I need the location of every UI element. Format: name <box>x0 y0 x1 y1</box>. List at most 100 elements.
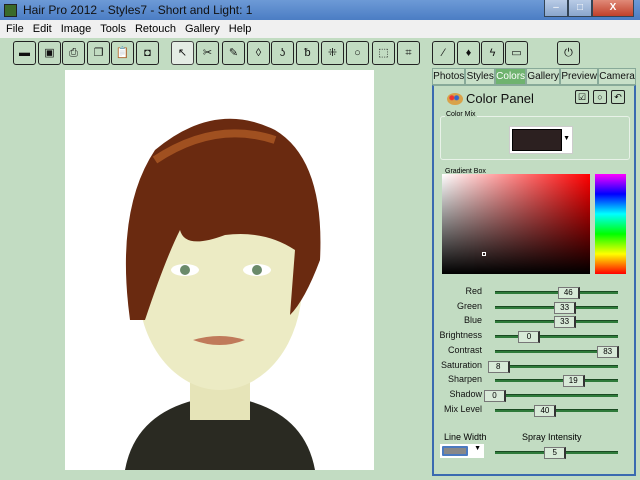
palette-icon <box>447 93 463 105</box>
slider-track[interactable]: 40 <box>495 404 618 417</box>
slider-track[interactable]: 0 <box>484 389 618 402</box>
slider-track[interactable]: 0 <box>495 331 618 344</box>
slider-brightness[interactable]: Brightness 0 <box>434 330 634 344</box>
slider-thumb[interactable]: 19 <box>562 375 585 388</box>
slider-track[interactable]: 33 <box>495 301 618 314</box>
slider-track[interactable]: 46 <box>495 287 618 299</box>
menu-help[interactable]: Help <box>229 23 252 35</box>
lasso-button[interactable]: ○ <box>346 41 369 65</box>
slider-thumb[interactable]: 0 <box>484 389 506 402</box>
slider-thumb[interactable]: 5 <box>544 447 567 459</box>
eyedropper-button[interactable]: ✎ <box>222 41 245 65</box>
slider-track[interactable]: 33 <box>495 316 618 329</box>
slider-saturation[interactable]: Saturation 8 <box>434 360 634 374</box>
slider-thumb[interactable]: 33 <box>554 316 577 329</box>
tab-styles[interactable]: Styles <box>465 68 495 85</box>
panel-title: Color Panel <box>466 91 534 106</box>
spray-icon: ⁜ <box>327 47 338 59</box>
tab-camera[interactable]: Camera <box>598 68 636 85</box>
brush-curl-button[interactable]: ᵬ <box>296 41 319 65</box>
slider-thumb[interactable]: 8 <box>487 360 510 373</box>
power-button[interactable]: ⏻ <box>557 41 580 65</box>
close-button[interactable]: X <box>592 0 634 17</box>
rect-select-button[interactable]: ⬚ <box>372 41 395 65</box>
minimize-button[interactable]: – <box>544 0 568 17</box>
undo-icon[interactable]: ↶ <box>611 90 625 104</box>
slider-shadow[interactable]: Shadow 0 <box>434 389 634 403</box>
color-mix-dropdown[interactable]: ▼ <box>509 126 573 154</box>
menu-edit[interactable]: Edit <box>33 23 52 35</box>
color-panel: Color Panel ☑ ○ ↶ Color Mix ▼ Gradient B… <box>432 85 636 476</box>
menu-tools[interactable]: Tools <box>100 23 126 35</box>
scissors-icon: ✂ <box>202 47 213 59</box>
slider-track[interactable]: 8 <box>487 360 618 373</box>
pointer-button[interactable]: ↖ <box>171 41 194 65</box>
eyedropper-icon: ✎ <box>228 47 239 59</box>
open-button[interactable]: ▬ <box>13 41 36 65</box>
tab-gallery[interactable]: Gallery <box>526 68 561 85</box>
slider-thumb[interactable]: 40 <box>534 404 557 417</box>
slider-blue[interactable]: Blue 33 <box>434 315 634 329</box>
brush-curl-icon: ᵬ <box>304 47 311 59</box>
copy-button[interactable]: ❐ <box>87 41 110 65</box>
save-button[interactable]: ▣ <box>38 41 61 65</box>
slider-green[interactable]: Green 33 <box>434 301 634 315</box>
lasso-icon: ○ <box>354 47 361 59</box>
canvas-area[interactable] <box>8 68 430 472</box>
lasso-icon[interactable]: ○ <box>593 90 607 104</box>
slider-thumb[interactable]: 46 <box>557 287 580 299</box>
photo[interactable] <box>65 70 374 470</box>
spray-intensity-slider[interactable]: 5 <box>434 446 634 460</box>
drop-icon: ◊ <box>255 47 262 59</box>
gradient-marker[interactable] <box>482 252 486 256</box>
gradient-box[interactable] <box>442 174 590 274</box>
slider-red[interactable]: Red 46 <box>434 286 634 300</box>
lightning-button[interactable]: ϟ <box>481 41 504 65</box>
tab-colors[interactable]: Colors <box>495 68 527 85</box>
tape-button[interactable]: ▭ <box>505 41 528 65</box>
hairdryer-button[interactable]: ʖ <box>271 41 294 65</box>
menu-gallery[interactable]: Gallery <box>185 23 220 35</box>
menu-file[interactable]: File <box>6 23 24 35</box>
slider-track[interactable]: 83 <box>495 345 620 358</box>
print-icon: ⎙ <box>69 47 78 59</box>
slider-thumb[interactable]: 33 <box>554 301 577 314</box>
tab-photos[interactable]: Photos <box>432 68 466 85</box>
slider-label: Saturation <box>440 359 482 370</box>
menu-image[interactable]: Image <box>61 23 92 35</box>
slider-label: Mix Level <box>443 403 482 414</box>
copy-icon: ❐ <box>93 47 104 59</box>
hue-bar[interactable] <box>595 174 626 274</box>
camera-button[interactable]: ◘ <box>136 41 159 65</box>
slider-label: Green <box>456 300 482 311</box>
tab-preview[interactable]: Preview <box>560 68 599 85</box>
print-button[interactable]: ⎙ <box>62 41 85 65</box>
app-icon <box>4 3 17 17</box>
color-mix-group: Color Mix ▼ <box>440 111 630 160</box>
open-icon: ▬ <box>19 47 30 59</box>
save-icon: ▣ <box>44 47 55 59</box>
scissors-button[interactable]: ✂ <box>196 41 219 65</box>
pointer-icon: ↖ <box>177 47 188 59</box>
mix-color-swatch <box>512 129 562 151</box>
rect-select-icon: ⬚ <box>378 47 389 59</box>
slider-track[interactable]: 19 <box>495 375 618 388</box>
slider-thumb[interactable]: 0 <box>518 331 541 344</box>
crop-button[interactable]: ⌗ <box>397 41 420 65</box>
slider-thumb[interactable]: 83 <box>597 345 620 358</box>
maximize-button[interactable]: □ <box>568 0 592 17</box>
slider-mix-level[interactable]: Mix Level 40 <box>434 404 634 418</box>
slider-label: Red <box>465 286 482 296</box>
magic-wand-button[interactable]: ⁄ <box>432 41 455 65</box>
paste-button[interactable]: 📋 <box>111 41 134 65</box>
slider-contrast[interactable]: Contrast 83 <box>434 345 634 359</box>
paint-brush-button[interactable]: ♦ <box>457 41 480 65</box>
spray-button[interactable]: ⁜ <box>321 41 344 65</box>
paste-icon: 📋 <box>115 47 130 59</box>
dropdown-arrow-icon: ▼ <box>563 135 570 142</box>
slider-label: Blue <box>463 315 482 326</box>
drop-button[interactable]: ◊ <box>247 41 270 65</box>
slider-sharpen[interactable]: Sharpen 19 <box>434 374 634 388</box>
menu-retouch[interactable]: Retouch <box>135 23 176 35</box>
checkbox-icon[interactable]: ☑ <box>575 90 589 104</box>
